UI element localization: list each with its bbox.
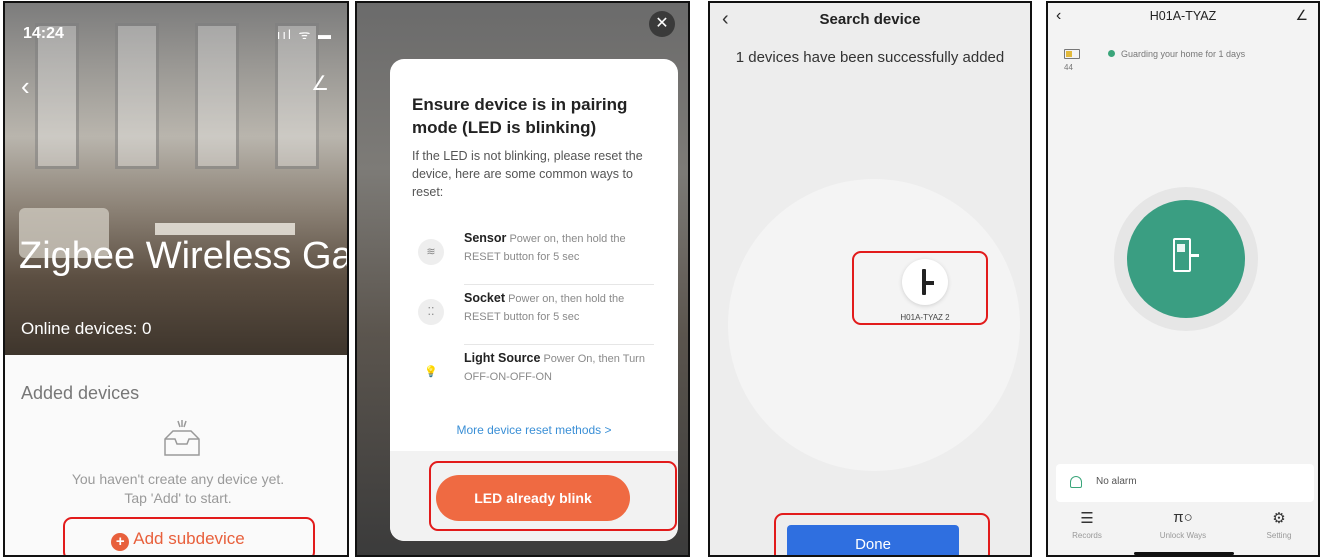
highlight-box <box>774 513 990 555</box>
alarm-status: No alarm <box>1096 476 1137 487</box>
key-icon: π○ <box>1173 509 1193 526</box>
socket-icon: ⁚⁚ <box>418 299 444 325</box>
alarm-row[interactable]: No alarm <box>1056 464 1314 502</box>
reset-method-socket: ⁚⁚ Socket Power on, then hold the RESET … <box>412 285 654 345</box>
sensor-icon: ≋ <box>418 239 444 265</box>
gateway-screen: 14:24 ııl ᯤ ▬ ‹ ∠ Zigbee Wireless Gate..… <box>3 1 349 557</box>
status-time: 14:24 <box>23 25 64 42</box>
window-shape <box>115 23 159 169</box>
dialog-description: If the LED is not blinking, please reset… <box>412 149 643 199</box>
status-icons: ııl ᯤ ▬ <box>276 27 333 42</box>
gear-icon: ⚙ <box>1272 510 1286 527</box>
shield-icon <box>1108 50 1115 57</box>
bell-icon <box>1070 476 1082 488</box>
close-icon[interactable]: ✕ <box>649 11 675 37</box>
lock-detail-screen: ‹ H01A-TYAZ ∠ 44 Guarding your home for … <box>1046 1 1320 557</box>
edit-icon[interactable]: ∠ <box>311 71 329 96</box>
nav-label: Setting <box>1266 531 1292 540</box>
page-title: Search device <box>819 11 921 28</box>
pairing-mode-screen: ✕ Ensure device is in pairing mode (LED … <box>355 1 690 557</box>
empty-hint: Tap 'Add' to start. <box>124 490 232 506</box>
method-name: Socket <box>464 291 505 305</box>
highlight-box <box>429 461 677 531</box>
highlight-box <box>63 517 315 555</box>
reset-method-sensor: ≋ Sensor Power on, then hold the RESET b… <box>412 225 654 285</box>
edit-icon[interactable]: ∠ <box>1295 7 1308 24</box>
added-devices-label: Added devices <box>21 383 140 403</box>
nav-records[interactable]: ☰ Records <box>1052 509 1122 540</box>
window-shape <box>195 23 239 169</box>
online-devices-count: Online devices: 0 <box>21 319 152 338</box>
method-name: Light Source <box>464 351 541 365</box>
light-bulb-icon: 💡 <box>424 366 438 378</box>
window-shape <box>275 23 319 169</box>
home-indicator <box>1134 552 1234 555</box>
battery-level: 44 <box>1064 63 1073 72</box>
success-message: 1 devices have been successfully added <box>735 49 1005 66</box>
window-shape <box>35 23 79 169</box>
search-device-screen: ‹ Search device 1 devices have been succ… <box>708 1 1032 557</box>
empty-inbox-icon <box>164 420 200 456</box>
guarding-status: Guarding your home for 1 days <box>1121 49 1246 59</box>
nav-setting[interactable]: ⚙ Setting <box>1244 509 1314 540</box>
dialog-title: Ensure device is in pairing mode (LED is… <box>412 95 628 137</box>
highlight-box <box>852 251 988 325</box>
battery-icon <box>1064 49 1080 59</box>
nav-label: Unlock Ways <box>1159 531 1207 540</box>
method-name: Sensor <box>464 231 507 245</box>
gateway-title: Zigbee Wireless Gate... <box>19 235 347 277</box>
device-title: H01A-TYAZ <box>1149 9 1217 23</box>
search-radar <box>728 179 1020 471</box>
unlock-button[interactable] <box>1127 200 1245 318</box>
records-icon: ☰ <box>1080 510 1094 527</box>
back-icon[interactable]: ‹ <box>21 71 30 102</box>
empty-message: You haven't create any device yet. <box>71 471 285 487</box>
more-reset-methods-link[interactable]: More device reset methods > <box>390 423 678 437</box>
nav-unlock-ways[interactable]: π○ Unlock Ways <box>1148 509 1218 540</box>
nav-label: Records <box>1072 531 1102 540</box>
room-photo <box>5 3 347 355</box>
table-shape <box>155 223 295 235</box>
reset-method-light: 💡 Light Source Power On, then Turn OFF-O… <box>412 345 654 405</box>
